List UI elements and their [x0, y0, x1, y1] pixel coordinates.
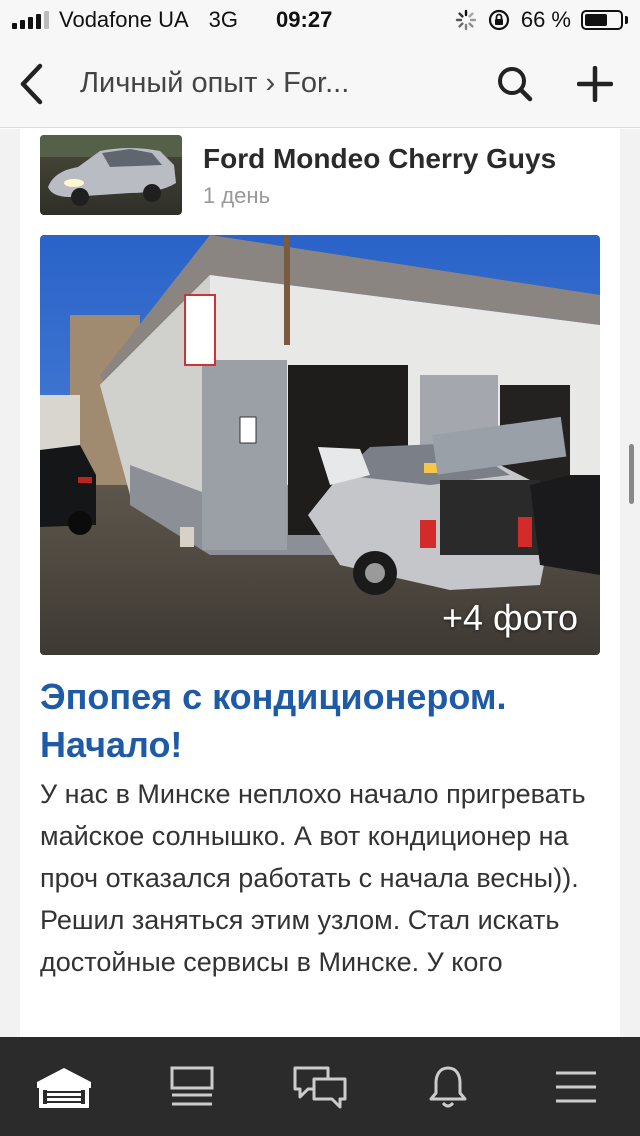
post-author[interactable]: Ford Mondeo Cherry Guys 1 день — [40, 135, 556, 215]
signal-strength-icon — [12, 11, 49, 29]
battery-icon — [581, 10, 628, 30]
clock: 09:27 — [276, 7, 333, 32]
post-title[interactable]: Эпопея с кондиционером. Начало! — [40, 673, 610, 769]
tab-bar — [0, 1037, 640, 1136]
plus-icon — [577, 65, 613, 102]
post-excerpt[interactable]: У нас в Минске неплохо начало пригревать… — [40, 773, 600, 983]
chevron-left-icon — [20, 63, 43, 104]
search-button[interactable] — [480, 40, 550, 128]
search-icon — [498, 66, 533, 101]
feed-content[interactable]: Ford Mondeo Cherry Guys 1 день +4 фото Э… — [0, 129, 640, 1037]
photo-count-badge[interactable]: +4 фото — [442, 597, 578, 639]
activity-spinner-icon — [455, 9, 477, 31]
scrollbar[interactable] — [629, 444, 634, 504]
tab-feed[interactable] — [128, 1037, 256, 1136]
feed-icon — [170, 1066, 214, 1105]
tab-messages[interactable] — [256, 1037, 384, 1136]
add-button[interactable] — [550, 40, 640, 128]
tab-menu[interactable] — [512, 1037, 640, 1136]
post-time: 1 день — [203, 183, 271, 208]
navigation-bar: Личный опыт › For... — [0, 40, 640, 128]
back-button[interactable] — [0, 40, 62, 128]
post-photo[interactable]: +4 фото — [40, 235, 600, 655]
menu-icon — [556, 1071, 596, 1102]
author-name[interactable]: Ford Mondeo Cherry Guys — [203, 143, 556, 175]
orientation-lock-icon — [488, 9, 509, 31]
tab-notifications[interactable] — [384, 1037, 512, 1136]
page-title: Личный опыт › For... — [80, 67, 350, 99]
battery-percent: 66 % — [520, 7, 571, 32]
author-avatar[interactable] — [40, 135, 182, 215]
network-type: 3G — [208, 7, 239, 32]
carrier-name: Vodafone UA — [59, 7, 189, 32]
garage-icon — [37, 1067, 91, 1108]
messages-icon — [293, 1066, 347, 1108]
status-bar: Vodafone UA 3G 09:27 66 % — [0, 0, 640, 40]
bell-icon — [429, 1066, 467, 1107]
tab-garage[interactable] — [0, 1037, 128, 1136]
post-card[interactable]: Ford Mondeo Cherry Guys 1 день +4 фото Э… — [20, 129, 620, 1037]
